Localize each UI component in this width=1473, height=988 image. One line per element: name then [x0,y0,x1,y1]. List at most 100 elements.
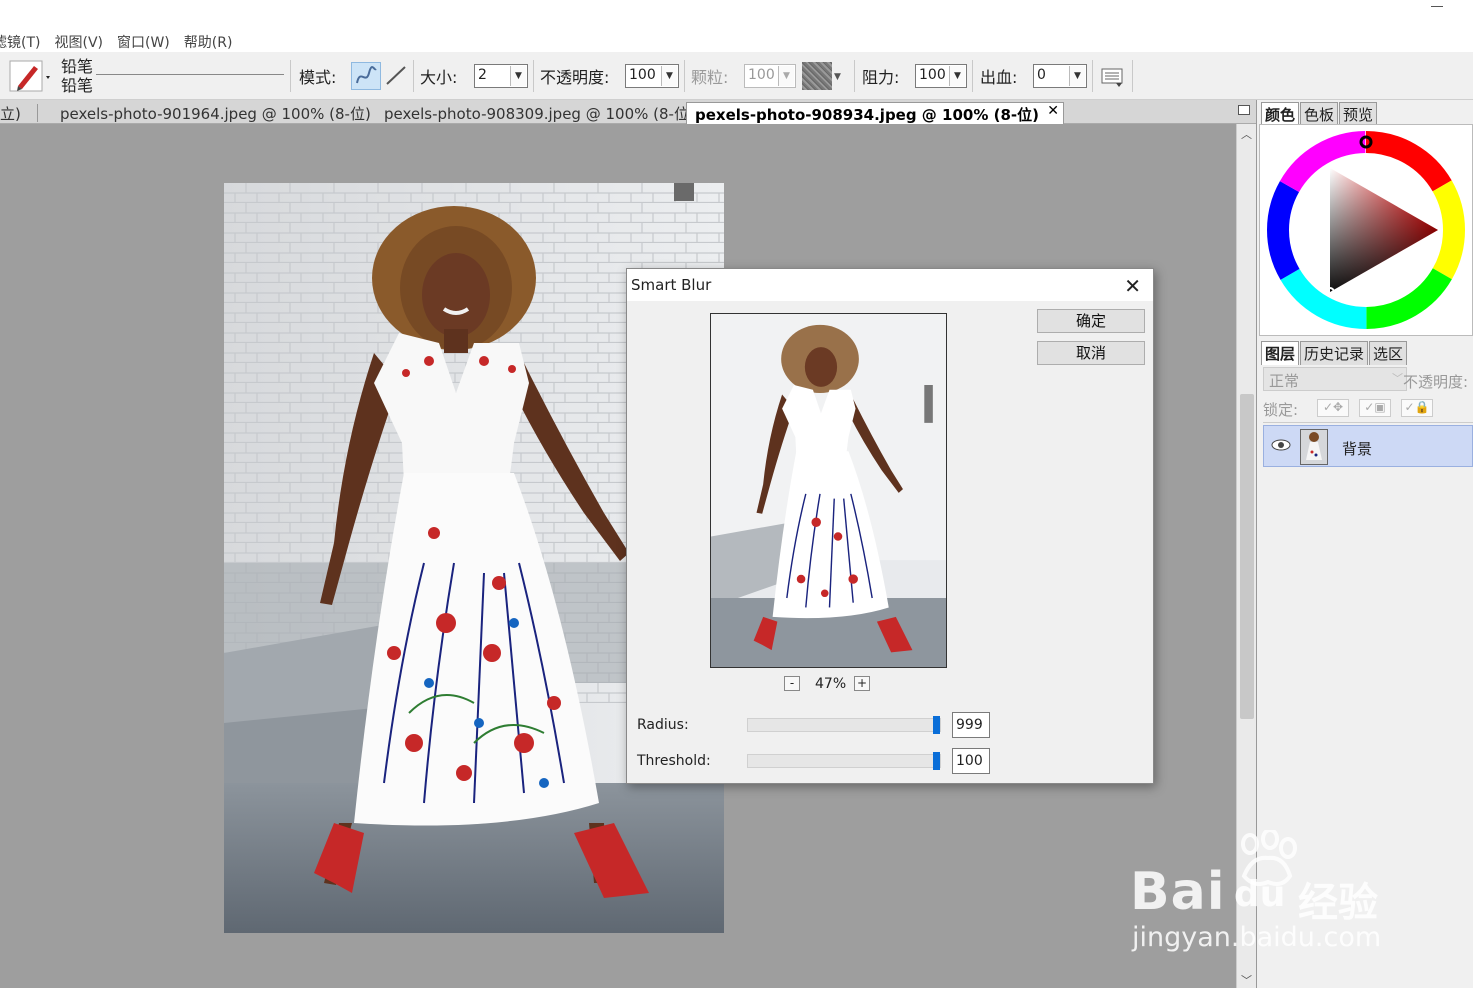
lock-position-icon[interactable]: ✓✥ [1317,399,1349,417]
bleed-label: 出血: [980,68,1018,87]
preview-image[interactable] [710,313,947,668]
scrollbar-thumb[interactable] [1240,394,1254,719]
resist-combo[interactable]: 100 ▼ [915,64,967,88]
tab-label: 立) [0,105,21,123]
layer-panel-tabs: 图层 历史记录 选区 [1261,341,1408,365]
tab-history[interactable]: 历史记录 [1300,341,1369,365]
texture-swatch[interactable] [802,62,832,90]
zoom-value: 47% [815,676,847,692]
cancel-label: 取消 [1075,344,1106,362]
separator [854,60,855,92]
threshold-slider[interactable] [747,752,941,770]
chevron-down-icon[interactable]: ﹀ [1241,972,1252,988]
separator [37,104,38,122]
minimize-icon[interactable] [1431,6,1443,7]
grain-label: 颗粒: [691,68,729,87]
menu-help[interactable]: 帮助(R) [177,30,240,52]
tab-swatches[interactable]: 色板 [1300,102,1339,126]
zoom-out-label: - [789,676,795,690]
radius-input[interactable]: 999 [952,712,990,738]
threshold-label: Threshold: [637,753,711,769]
tab-doc-0[interactable]: 立) [0,102,29,124]
right-panel: 颜色 色板 预览 图层 历史记录 选区 正常 ﹀ 不透明度: 锁定: ✓✥ ✓▣… [1256,100,1473,988]
layer-opacity-label: 不透明度: [1403,373,1469,391]
chevron-up-icon[interactable]: ︿ [1241,126,1252,142]
tool-options-bar: 铅笔 铅笔 模式: 大小: 2 ▼ 不透明度: 100 ▼ 颗粒: 100 ▼ … [0,52,1473,100]
dialog-title: Smart Blur [631,276,712,294]
zoom-out-button[interactable]: - [784,676,800,691]
color-panel-tabs: 颜色 色板 预览 [1261,102,1378,126]
mode-label: 模式: [299,68,337,87]
panel-menu-icon[interactable] [1238,105,1250,115]
bleed-combo[interactable]: 0 ▼ [1033,64,1087,88]
lock-all-icon[interactable]: ✓🔒 [1401,399,1433,417]
tool-preset-picker[interactable] [8,52,54,100]
radius-slider-thumb[interactable] [933,716,940,734]
pencil-tool-icon [9,60,50,92]
color-picker[interactable] [1259,124,1473,336]
lock-pixels-icon[interactable]: ✓▣ [1359,399,1391,417]
tool-name-line-1: 铅笔 [61,57,94,76]
tab-label: pexels-photo-901964.jpeg @ 100% (8-位) [60,105,371,123]
radius-value: 999 [956,717,983,733]
window-title-bar [0,0,1473,30]
freehand-mode-button[interactable] [351,62,381,90]
tab-preview[interactable]: 预览 [1339,102,1378,126]
close-icon[interactable]: ✕ [1047,103,1059,119]
tab-layers[interactable]: 图层 [1261,341,1300,365]
opacity-value: 100 [629,67,656,83]
separator [290,60,291,92]
vertical-scrollbar[interactable]: ︿ ﹀ [1236,124,1256,988]
chevron-down-icon[interactable]: ▼ [778,66,794,86]
palette-options-button[interactable] [1100,66,1124,92]
blend-mode-value: 正常 [1269,372,1300,390]
threshold-input[interactable]: 100 [952,748,990,774]
chevron-down-icon: ﹀ [1392,372,1403,385]
ok-button[interactable]: 确定 [1037,309,1145,333]
divider [96,74,284,75]
threshold-value: 100 [956,753,983,769]
smart-blur-dialog: Smart Blur ✕ - 47% + 确定 取消 Radius: 999 T… [626,268,1154,784]
radius-slider[interactable] [747,716,941,734]
opacity-label: 不透明度: [540,68,610,87]
tab-doc-908309[interactable]: pexels-photo-908309.jpeg @ 100% (8-位) [376,102,703,124]
chevron-down-icon[interactable]: ▼ [510,66,526,86]
cancel-button[interactable]: 取消 [1037,341,1145,365]
freehand-icon [356,65,377,84]
color-wheel[interactable] [1260,125,1472,335]
opacity-combo[interactable]: 100 ▼ [625,64,679,88]
separator [1092,60,1093,92]
grain-combo[interactable]: 100 ▼ [744,64,796,88]
menu-view[interactable]: 视图(V) [47,30,110,52]
document-tab-strip: 立) pexels-photo-901964.jpeg @ 100% (8-位)… [0,100,1256,124]
menu-filter[interactable]: 滤镜(T) [0,30,47,52]
layer-name: 背景 [1342,440,1373,458]
tab-selection[interactable]: 选区 [1369,341,1408,365]
eye-icon[interactable] [1270,437,1292,457]
blend-mode-select[interactable]: 正常 ﹀ [1263,367,1407,391]
menu-bar: 滤镜(T) 视图(V) 窗口(W) 帮助(R) [0,30,1473,52]
resist-label: 阻力: [862,68,900,87]
chevron-down-icon[interactable]: ▼ [1069,66,1085,86]
tab-label: pexels-photo-908934.jpeg @ 100% (8-位) [695,106,1039,124]
tab-doc-908934[interactable]: pexels-photo-908934.jpeg @ 100% (8-位) ✕ [686,102,1064,124]
tab-color[interactable]: 颜色 [1261,102,1300,126]
size-combo[interactable]: 2 ▼ [474,64,528,88]
chevron-down-icon[interactable]: ▼ [834,72,841,82]
threshold-slider-thumb[interactable] [933,752,940,770]
layer-row[interactable]: 背景 [1263,425,1473,467]
menu-window[interactable]: 窗口(W) [110,30,177,52]
resist-value: 100 [919,67,946,83]
tab-doc-901964[interactable]: pexels-photo-901964.jpeg @ 100% (8-位) [52,102,379,124]
line-icon [386,66,406,85]
lock-label: 锁定: [1263,401,1299,419]
zoom-in-button[interactable]: + [854,676,870,691]
close-icon[interactable]: ✕ [1124,274,1141,298]
dialog-title-bar: Smart Blur [627,269,1153,301]
size-value: 2 [478,67,487,83]
line-mode-button[interactable] [383,62,409,90]
chevron-down-icon[interactable]: ▼ [949,66,965,86]
tool-name-label: 铅笔 铅笔 [61,57,93,95]
radius-label: Radius: [637,717,689,733]
chevron-down-icon[interactable]: ▼ [661,66,677,86]
